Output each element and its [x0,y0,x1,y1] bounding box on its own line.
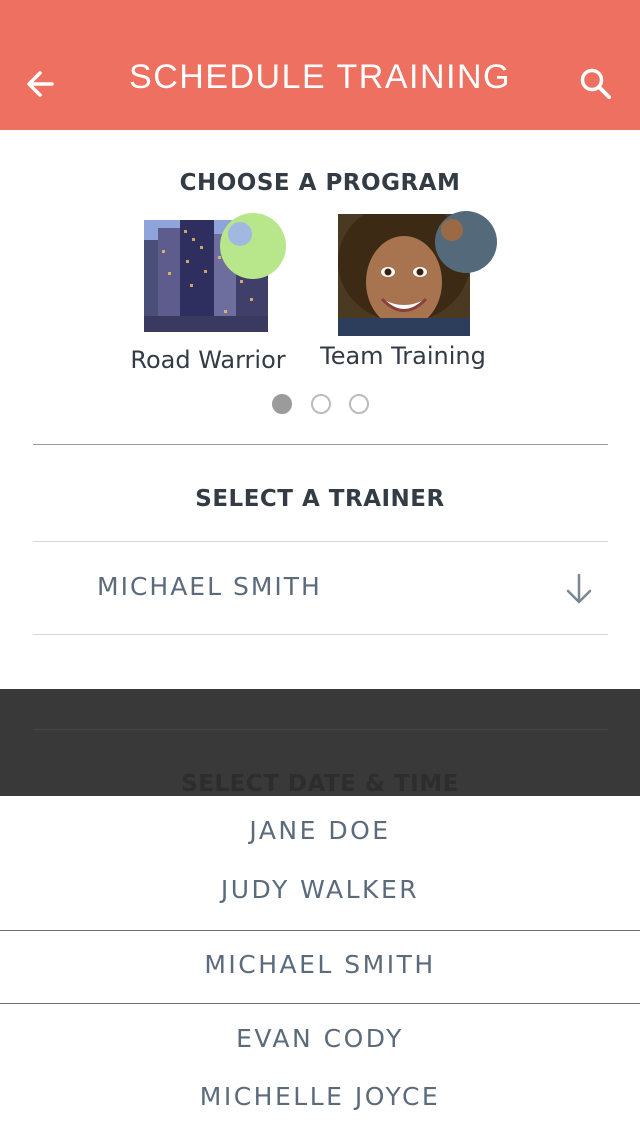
picker-option-selected[interactable]: MICHAEL SMITH [0,950,640,979]
program-label: Team Training [320,342,486,370]
picker-selection-line [0,1003,640,1004]
select-trainer-heading: SELECT A TRAINER [195,486,445,512]
section-divider [33,729,608,730]
program-pager [0,394,640,416]
search-icon[interactable] [578,66,614,102]
app-header: SCHEDULE TRAINING [0,0,640,130]
field-divider [33,634,608,635]
arrow-down-icon [566,573,592,604]
picker-option[interactable]: JANE DOE [0,816,640,845]
pager-dot[interactable] [311,394,331,414]
pager-dot[interactable] [272,394,292,414]
picker-selection-line [0,930,640,931]
select-date-time-heading: SELECT DATE & TIME [181,771,459,797]
modal-backdrop[interactable]: SELECT DATE & TIME [0,689,640,797]
trainer-picker[interactable]: JANE DOE JUDY WALKER MICHAEL SMITH EVAN … [0,796,640,1136]
program-card-team-training[interactable]: Team Training [308,211,498,372]
page-title: SCHEDULE TRAINING [129,58,511,96]
trainer-select[interactable]: MICHAEL SMITH [33,542,608,634]
trainer-select-value: MICHAEL SMITH [97,572,322,601]
picker-option[interactable]: MICHELLE JOYCE [0,1082,640,1111]
picker-option[interactable]: JUDY WALKER [0,875,640,904]
program-card-road-warrior[interactable]: Road Warrior [113,213,303,378]
section-divider [33,444,608,445]
program-badge [435,211,497,273]
pager-dot[interactable] [349,394,369,414]
program-badge [220,213,286,279]
program-label: Road Warrior [130,346,286,374]
choose-program-heading: CHOOSE A PROGRAM [179,170,461,196]
picker-option[interactable]: EVAN CODY [0,1024,640,1053]
